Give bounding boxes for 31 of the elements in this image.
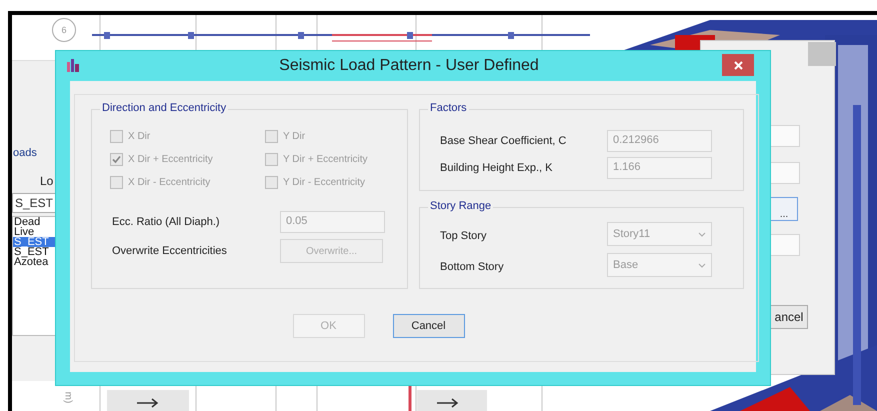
chevron-icon [698,262,706,268]
field-label: Building Height Exp., K [440,162,554,174]
section-heading: oads [13,147,37,159]
group-title: Direction and Eccentricity [100,102,228,114]
grid-bubble: 6 [52,18,76,42]
field-label: Bottom Story [440,260,505,272]
cancel-button[interactable]: Cancel [392,314,464,338]
browse-button[interactable]: ... [770,197,798,221]
field-label: Base Shear Coefficient, C [440,135,568,147]
checkbox-label: Y Dir - Eccentricity [283,177,366,188]
group-title: Story Range [428,200,494,212]
group-title: Factors [428,102,469,114]
close-button[interactable] [722,54,754,76]
input-field[interactable] [770,125,800,147]
cancel-button[interactable]: ancel [770,305,808,329]
field-label: Overwrite Eccentricities [111,245,228,257]
field-label: Top Story [440,230,488,242]
close-icon [734,60,742,70]
field-label: Lo [40,174,54,188]
app-icon [67,59,80,72]
input-field[interactable] [770,162,800,184]
chevron-icon [698,232,706,236]
axis-label: m) [62,392,74,404]
window-title: Seismic Load Pattern - User Defined [279,57,539,75]
checkbox-label: X Dir + Eccentricity [128,154,213,165]
field-label: Ecc. Ratio (All Diaph.) [111,216,221,228]
checkbox-label: X Dir - Eccentricity [128,177,210,188]
checkbox-label: Y Dir [283,131,306,142]
input-field[interactable] [770,234,800,256]
checkbox-label: X Dir [128,131,150,142]
checkbox-label: Y Dir + Eccentricity [283,154,368,165]
